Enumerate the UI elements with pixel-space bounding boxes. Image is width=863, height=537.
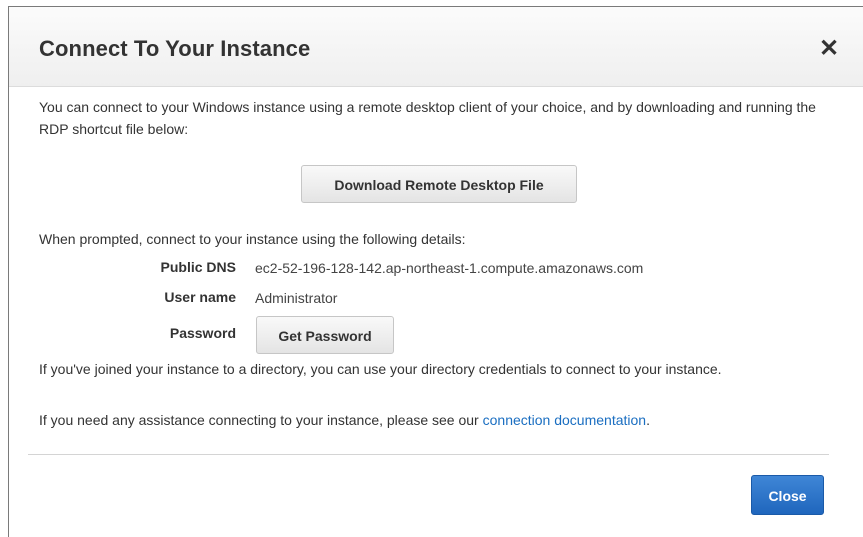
download-remote-desktop-file-button[interactable]: Download Remote Desktop File [301,165,577,203]
user-name-value: Administrator [255,290,338,306]
connection-documentation-link[interactable]: connection documentation [483,412,646,428]
prompt-text: When prompted, connect to your instance … [39,231,466,247]
directory-text: If you've joined your instance to a dire… [39,361,722,377]
get-password-button[interactable]: Get Password [256,316,394,354]
public-dns-value: ec2-52-196-128-142.ap-northeast-1.comput… [255,260,644,276]
help-text-prefix: If you need any assistance connecting to… [39,412,483,428]
close-icon[interactable]: ✕ [819,37,839,61]
help-text-suffix: . [646,412,650,428]
close-button[interactable]: Close [751,475,824,515]
user-name-label: User name [164,289,236,305]
help-text: If you need any assistance connecting to… [39,410,650,430]
connect-dialog: Connect To Your Instance ✕ You can conne… [8,6,863,537]
footer-divider [28,454,829,455]
dialog-header: Connect To Your Instance ✕ [9,7,863,87]
password-label: Password [169,325,236,341]
intro-text: You can connect to your Windows instance… [39,99,816,137]
dialog-title: Connect To Your Instance [39,36,311,61]
public-dns-label: Public DNS [160,259,236,275]
